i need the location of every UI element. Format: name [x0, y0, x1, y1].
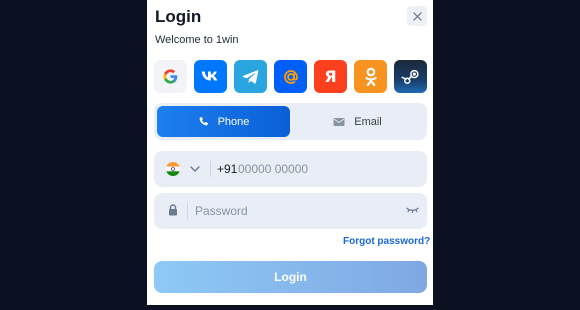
phone-field: +91	[154, 151, 427, 187]
country-selector[interactable]	[166, 162, 200, 176]
dialog-subtitle: Welcome to 1win	[155, 34, 239, 46]
google-icon	[163, 69, 178, 84]
odnoklassniki-login-button[interactable]	[354, 60, 387, 93]
odnoklassniki-icon	[364, 67, 377, 86]
yandex-icon: Я	[324, 67, 337, 86]
envelope-icon	[333, 117, 345, 126]
tab-email[interactable]: Email	[291, 106, 424, 137]
telegram-login-button[interactable]	[234, 60, 267, 93]
close-icon	[412, 11, 422, 21]
login-method-tabs: Phone Email	[154, 103, 427, 140]
social-login-row: Я	[154, 60, 427, 93]
eye-closed-icon[interactable]	[406, 206, 419, 215]
steam-icon	[401, 69, 419, 84]
chevron-down-icon	[190, 166, 200, 172]
login-dialog: Login Welcome to 1win Я Phone Email +91 …	[147, 0, 433, 305]
dialog-title: Login	[155, 7, 202, 26]
yandex-login-button[interactable]: Я	[314, 60, 347, 93]
phone-prefix: +91	[217, 162, 238, 176]
phone-input[interactable]	[238, 158, 418, 180]
close-button[interactable]	[407, 6, 427, 26]
india-flag-icon	[166, 162, 180, 176]
login-button[interactable]: Login	[154, 261, 427, 293]
steam-login-button[interactable]	[394, 60, 427, 93]
forgot-password-link[interactable]: Forgot password?	[343, 236, 430, 247]
vk-icon	[201, 71, 217, 81]
field-divider	[210, 161, 211, 177]
password-field	[154, 193, 427, 229]
password-input[interactable]	[195, 200, 395, 222]
tab-email-label: Email	[354, 115, 382, 128]
field-divider	[187, 203, 188, 219]
tab-phone-label: Phone	[217, 115, 250, 128]
tab-phone[interactable]: Phone	[157, 106, 290, 137]
lock-icon	[169, 204, 177, 216]
google-login-button[interactable]	[154, 60, 187, 93]
mail-ru-login-button[interactable]	[274, 60, 307, 93]
telegram-icon	[242, 70, 259, 84]
phone-icon	[199, 116, 208, 126]
at-sign-icon	[283, 69, 298, 84]
vk-login-button[interactable]	[194, 60, 227, 93]
